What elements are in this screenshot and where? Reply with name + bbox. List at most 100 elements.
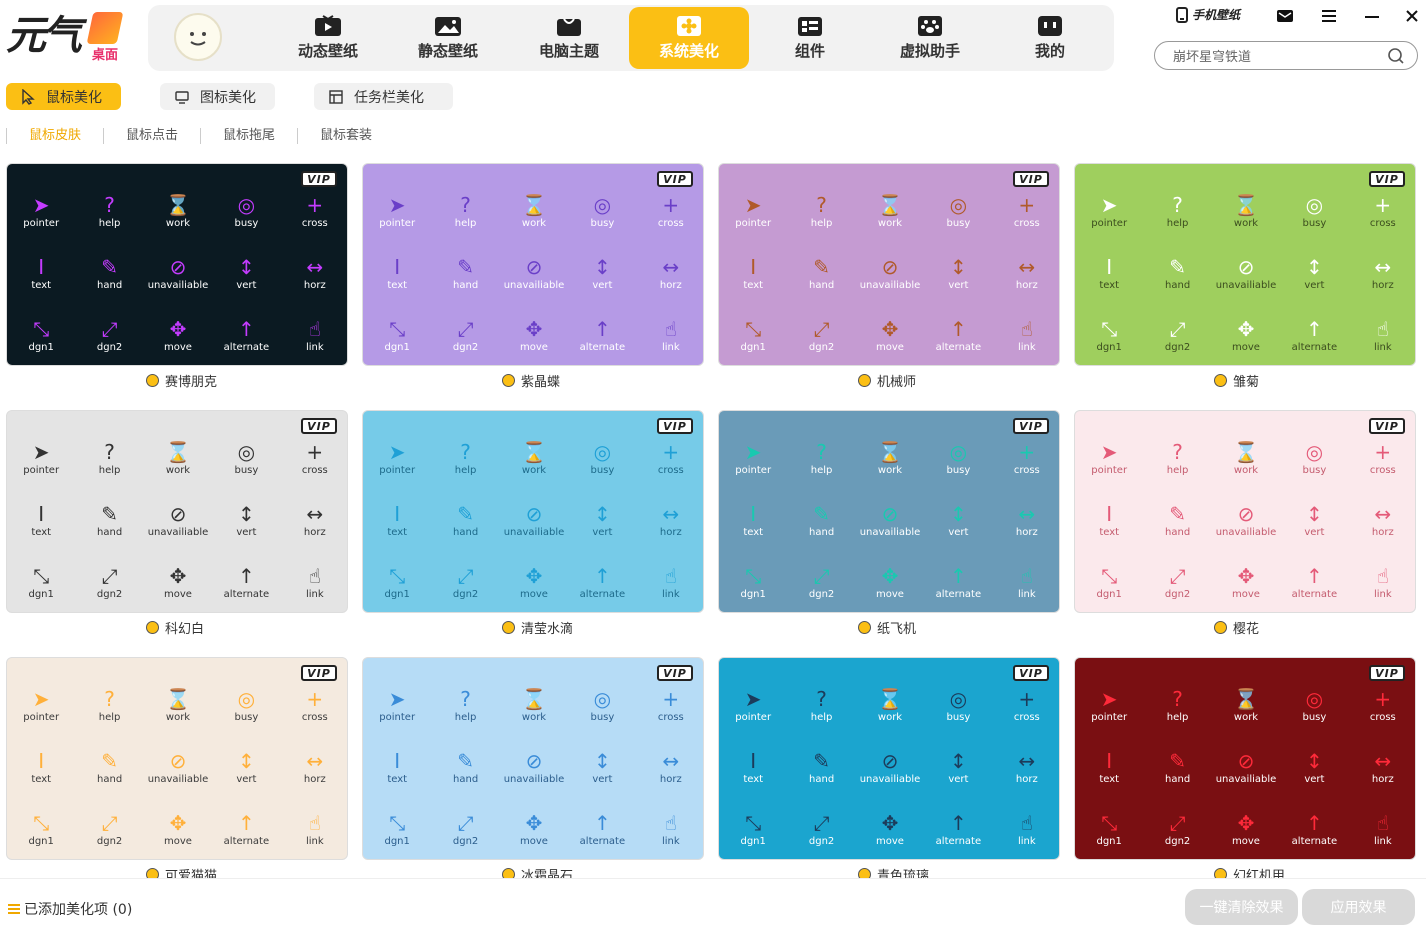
unavailiable-cursor-icon: ⊘ [169,748,187,773]
nav-system-beautify[interactable]: 系统美化 [629,7,749,69]
busy-cursor-icon: ◎ [1305,686,1324,711]
select-radio[interactable] [1214,620,1227,634]
cursor-label: alternate [579,342,626,354]
link-cursor-icon: ☝ [1020,811,1033,836]
cursor-preview: ↕ vert [568,489,636,551]
phone-wallpaper-link[interactable]: 手机壁纸 [1176,6,1240,23]
cursor-label: text [743,279,764,291]
nav-widget[interactable]: 组件 [750,7,870,69]
select-radio[interactable] [502,620,515,634]
dgn1-cursor-icon: ⤡ [33,564,50,589]
cat-mouse-click[interactable]: 鼠标点击 [103,128,200,144]
select-radio[interactable] [146,373,159,387]
cursor-preview: ⤡ dgn1 [719,552,787,612]
added-count[interactable]: 已添加美化项 (0) [8,899,132,919]
dgn2-cursor-icon: ⤢ [1169,317,1186,342]
cursor-label: busy [590,464,615,476]
skin-card[interactable]: VIP ➤ pointer? help ⌛ work ◎ busy + cross Itext ✎ ha… [718,657,1060,860]
cursor-label: help [98,464,121,476]
cursor-preview: ✎ hand [431,489,499,551]
menu-button[interactable] [1318,6,1340,26]
skin-card[interactable]: VIP ➤ pointer? help ⌛ work ◎ busy + cross Itext ✎ ha… [6,163,348,366]
cursor-label: horz [303,773,326,785]
pointer-cursor-icon: ➤ [744,439,762,464]
unavailiable-cursor-icon: ⊘ [881,501,899,526]
skin-name[interactable]: 紫晶蝶 [502,371,560,390]
monitor-icon [175,90,189,104]
skin-card[interactable]: VIP ➤ pointer? help ⌛ work ◎ busy + cross Itext ✎ ha… [362,410,704,613]
select-radio[interactable] [502,373,515,387]
skin-name[interactable]: 清莹水滴 [502,618,573,637]
nav-virtual-assistant[interactable]: 虚拟助手 [870,7,990,69]
cat-mouse-suite[interactable]: 鼠标套装 [297,128,394,144]
skin-name[interactable]: 赛博朋克 [146,371,217,390]
subtab-taskbar[interactable]: 任务栏美化 [314,83,453,110]
bottom-bar: 已添加美化项 (0) 一键清除效果 应用效果 [0,878,1426,925]
cursor-label: link [661,589,680,601]
skin-card[interactable]: VIP ➤ pointer? help ⌛ work ◎ busy + cross Itext ✎ ha… [1074,410,1416,613]
cursor-label: pointer [1091,711,1128,723]
cursor-label: alternate [223,342,270,354]
cursor-label: alternate [223,589,270,601]
avatar[interactable] [174,13,222,61]
unavailiable-cursor-icon: ⊘ [1237,748,1255,773]
clear-effects-button[interactable]: 一键清除效果 [1185,889,1298,925]
select-radio[interactable] [1214,373,1227,387]
link-cursor-icon: ☝ [1020,564,1033,589]
cat-mouse-skin[interactable]: 鼠标皮肤 [6,128,103,144]
hand-cursor-icon: ✎ [101,501,118,526]
skin-card[interactable]: VIP ➤ pointer? help ⌛ work ◎ busy + cross Itext ✎ ha… [718,163,1060,366]
skin-card[interactable]: VIP ➤ pointer? help ⌛ work ◎ busy + cross Itext ✎ ha… [1074,163,1416,366]
skin-name[interactable]: 雏菊 [1214,371,1259,390]
cursor-preview: ⤢ dgn2 [431,305,499,365]
skin-card[interactable]: VIP ➤ pointer? help ⌛ work ◎ busy + cross Itext ✎ ha… [362,163,704,366]
cursor-label: busy [1302,711,1327,723]
subtab-icon[interactable]: 图标美化 [160,83,275,110]
cursor-preview: ➤ pointer [719,674,787,736]
cursor-label: move [876,342,904,354]
skin-card[interactable]: VIP ➤ pointer? help ⌛ work ◎ busy + cross Itext ✎ ha… [718,410,1060,613]
skin-card[interactable]: VIP ➤ pointer? help ⌛ work ◎ busy + cross Itext ✎ ha… [1074,657,1416,860]
cursor-preview: ◎ busy [212,180,280,242]
cursor-preview: ◎ busy [212,427,280,489]
apply-effects-button[interactable]: 应用效果 [1302,889,1415,925]
select-radio[interactable] [858,373,871,387]
cursor-label: alternate [223,836,270,848]
nav-static-wallpaper[interactable]: 静态壁纸 [388,7,508,69]
hand-cursor-icon: ✎ [457,748,474,773]
select-radio[interactable] [858,620,871,634]
skin-name[interactable]: 樱花 [1214,618,1259,637]
cursor-label: hand [453,773,479,785]
search-input[interactable]: 崩坏星穹铁道 [1154,41,1418,70]
cursor-label: text [31,773,52,785]
hand-cursor-icon: ✎ [1169,254,1186,279]
smiley-icon [190,32,206,46]
unavailiable-cursor-icon: ⊘ [169,501,187,526]
close-button[interactable] [1401,6,1423,26]
skin-name[interactable]: 纸飞机 [858,618,916,637]
skin-card[interactable]: VIP ➤ pointer? help ⌛ work ◎ busy + cross Itext ✎ ha… [6,410,348,613]
skin-name[interactable]: 机械师 [858,371,916,390]
skin-card[interactable]: VIP ➤ pointer? help ⌛ work ◎ busy + cross Itext ✎ ha… [362,657,704,860]
nav-dynamic-wallpaper[interactable]: 动态壁纸 [268,7,388,69]
cursor-label: work [521,711,547,723]
skin-card[interactable]: VIP ➤ pointer? help ⌛ work ◎ busy + cross Itext ✎ ha… [6,657,348,860]
cursor-label: dgn1 [1096,589,1122,601]
unavailiable-cursor-icon: ⊘ [1237,501,1255,526]
dgn1-cursor-icon: ⤡ [33,317,50,342]
cursor-label: cross [657,711,684,723]
mail-button[interactable] [1274,6,1296,26]
cat-mouse-trail[interactable]: 鼠标拖尾 [200,128,297,144]
nav-mine[interactable]: 我的 [990,7,1110,69]
cross-cursor-icon: + [1374,439,1392,464]
skin-name[interactable]: 科幻白 [146,618,204,637]
cursor-set: ➤ pointer? help ⌛ work ◎ busy + cross Itext ✎ hand ⊘… [719,180,1059,365]
cursor-preview: ↑ alternate [212,799,280,859]
subtab-mouse[interactable]: 鼠标美化 [6,83,121,110]
nav-pc-theme[interactable]: 电脑主题 [509,7,629,69]
search-icon[interactable] [1387,47,1405,65]
minimize-button[interactable] [1361,6,1383,26]
select-radio[interactable] [146,620,159,634]
cursor-preview: ✎ hand [787,242,855,304]
cursor-preview: ↕ vert [924,489,992,551]
